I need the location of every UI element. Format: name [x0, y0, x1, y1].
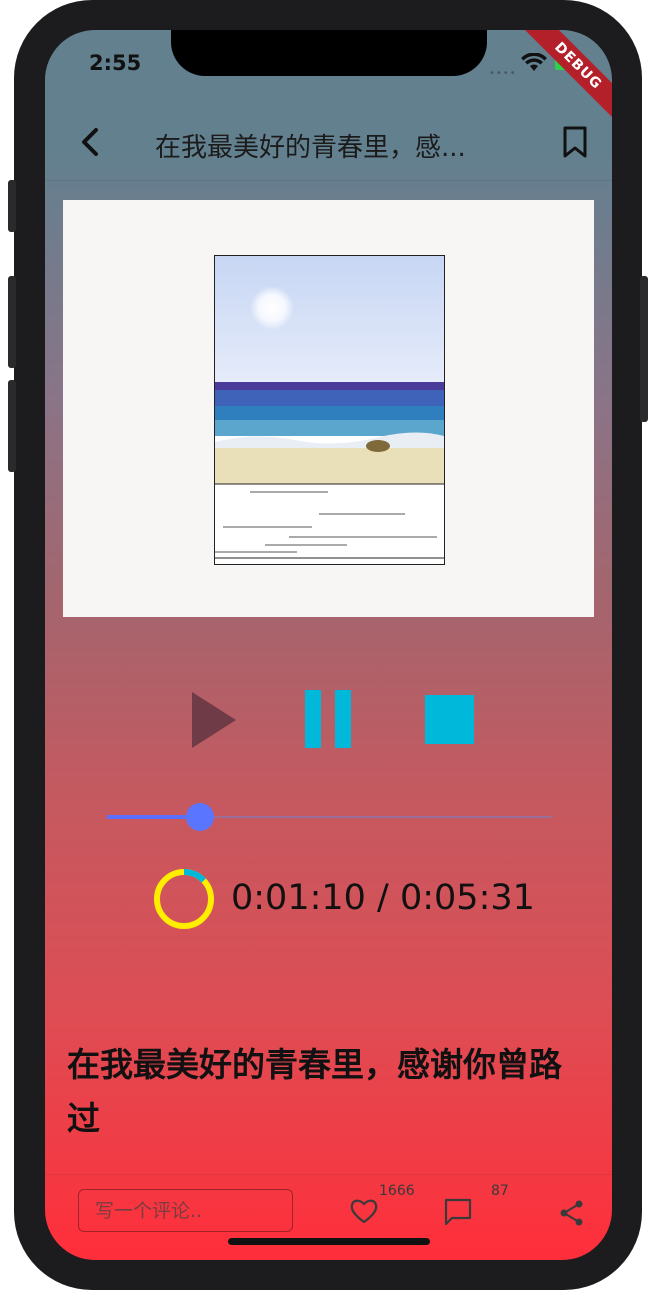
volume-up-button: [8, 276, 16, 368]
comment-count: 87: [491, 1183, 509, 1199]
app-bar: 在我最美好的青春里，感...: [45, 114, 612, 181]
slider-thumb[interactable]: [186, 803, 215, 831]
pause-icon[interactable]: [303, 690, 353, 748]
like-count: 1666: [379, 1183, 415, 1199]
playback-slider[interactable]: [107, 802, 552, 832]
page-title: 在我最美好的青春里，感...: [155, 133, 466, 163]
notch: [171, 30, 487, 76]
article-title: 在我最美好的青春里，感谢你曾路过: [67, 1045, 562, 1138]
stop-icon[interactable]: [425, 695, 474, 744]
share-icon[interactable]: [559, 1199, 585, 1227]
play-icon[interactable]: [190, 690, 240, 750]
back-arrow-icon[interactable]: [73, 124, 109, 160]
home-indicator: [228, 1238, 430, 1245]
comment-input[interactable]: [78, 1189, 293, 1232]
bottom-action-bar: 1666 87: [45, 1174, 612, 1260]
app-screen: 2:55 •••• DEBUG 在我最美好的青春里，感... 0:01:10 /…: [45, 30, 612, 1260]
cellular-signal-icon: ••••: [489, 68, 517, 79]
player-controls: [45, 690, 612, 760]
comment-icon[interactable]: [443, 1197, 473, 1227]
bookmark-icon[interactable]: [561, 124, 589, 160]
status-time: 2:55: [89, 51, 142, 75]
cover-image: [63, 200, 594, 617]
playback-time: 0:01:10 / 0:05:31: [231, 878, 535, 918]
volume-down-button: [8, 380, 16, 472]
mute-switch: [8, 180, 16, 232]
heart-icon[interactable]: [349, 1197, 379, 1225]
loading-ring-icon: [154, 869, 214, 929]
power-button: [640, 276, 648, 422]
wifi-icon: [521, 53, 547, 71]
cover-artwork: [214, 255, 445, 565]
